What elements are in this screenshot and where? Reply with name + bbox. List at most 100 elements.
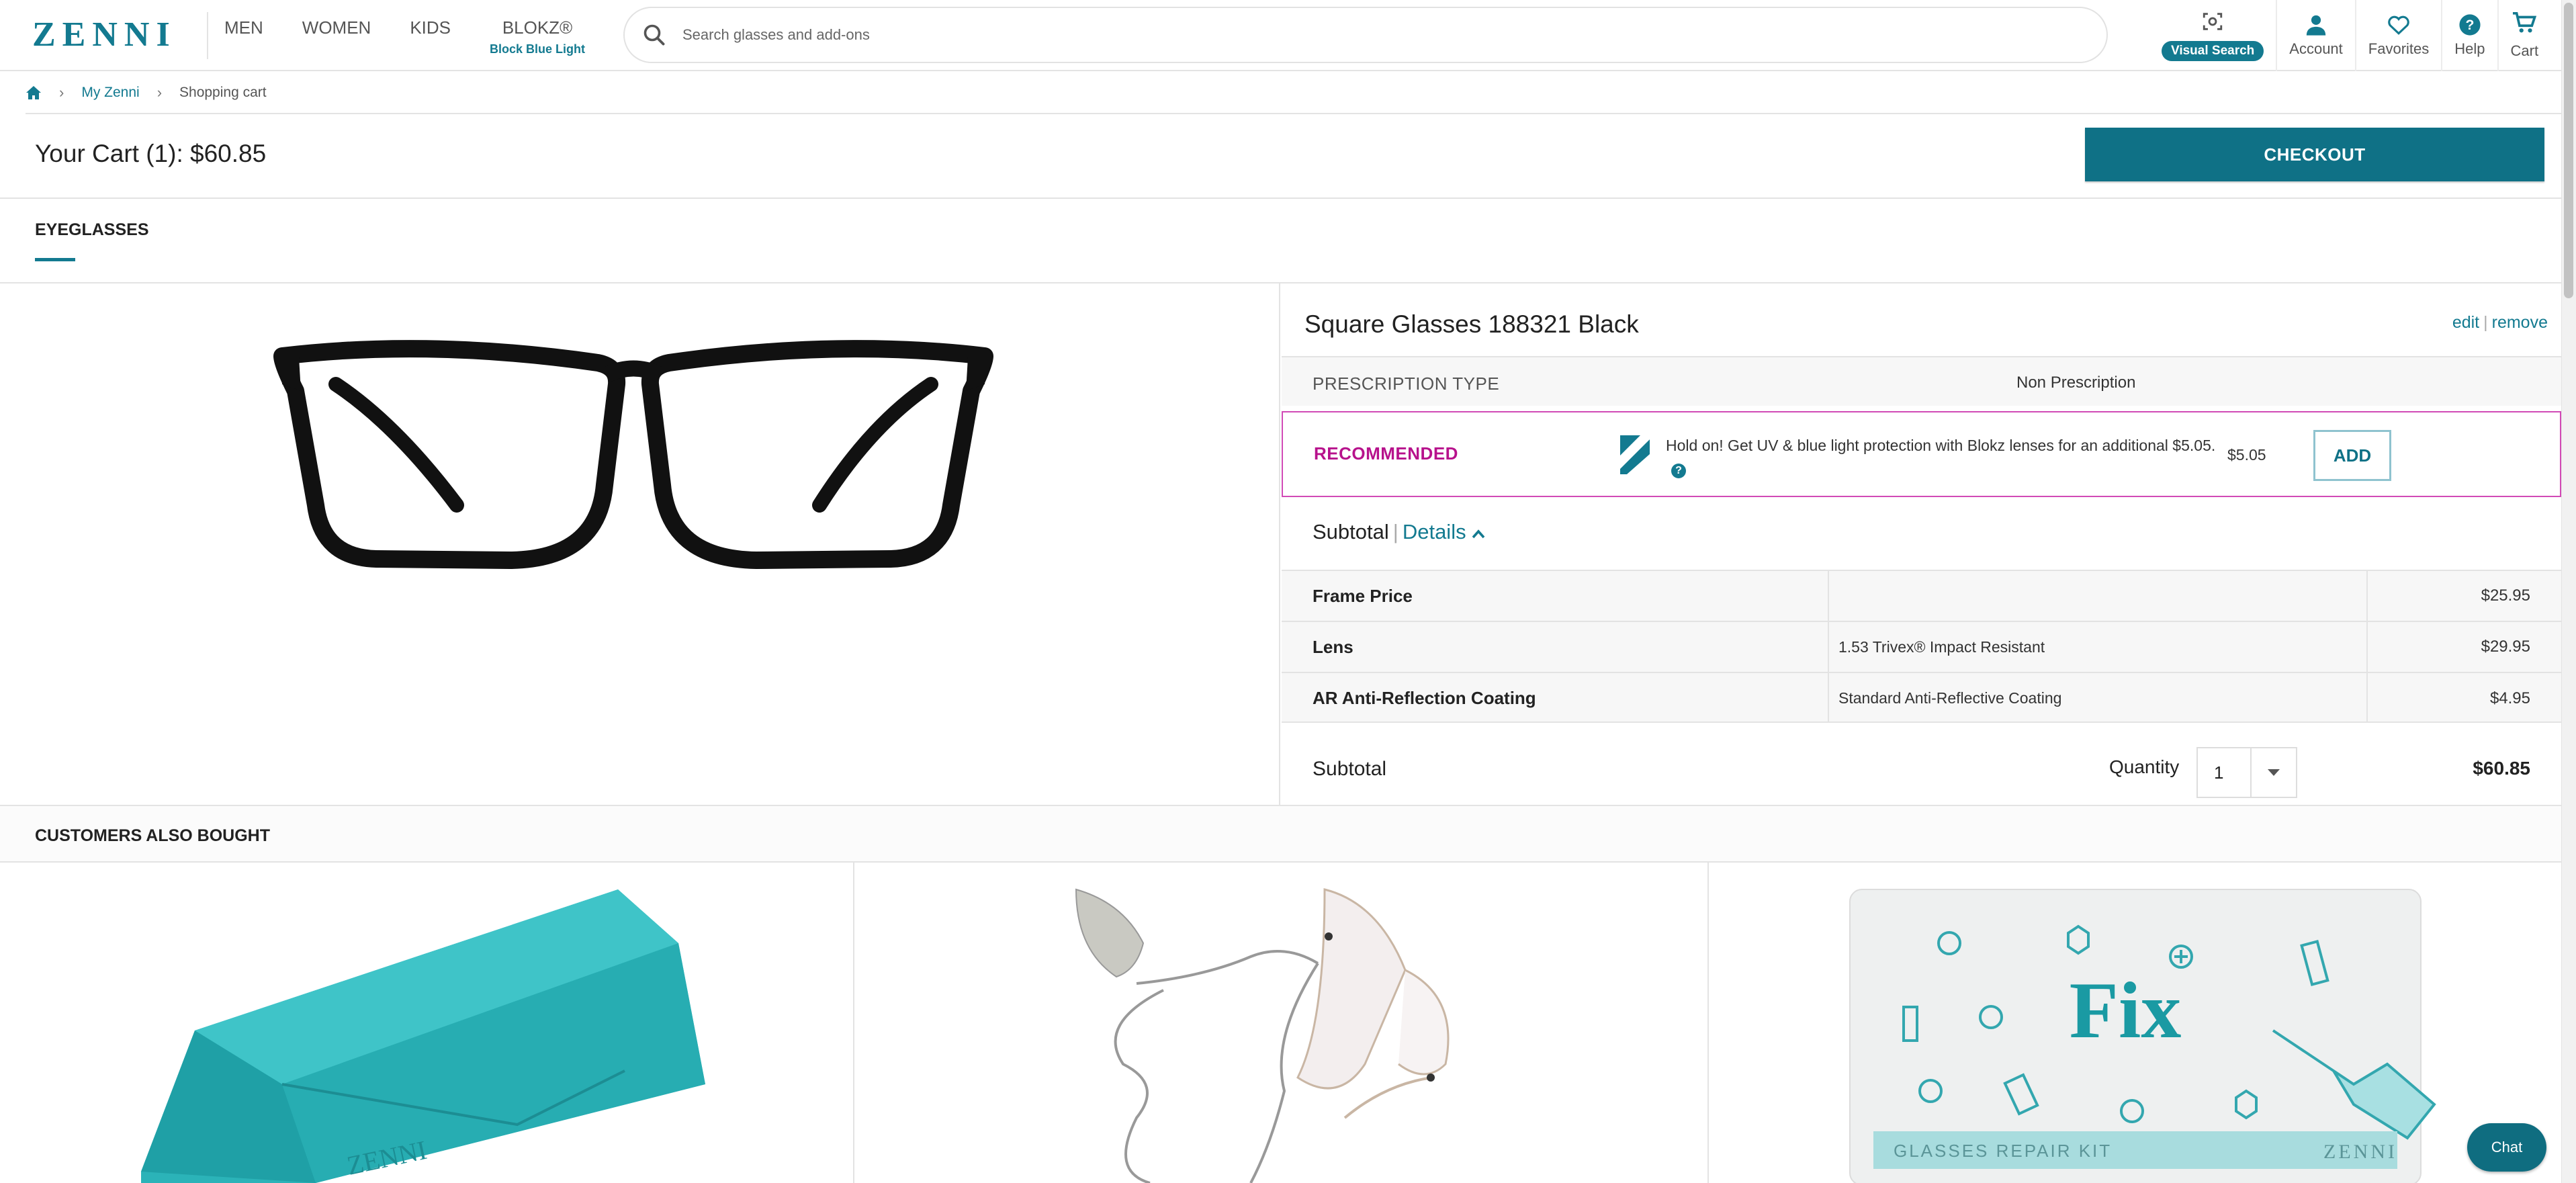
help-button[interactable]: ? Help (2441, 0, 2497, 71)
cart-header: Your Cart (1): $60.85 CHECKOUT (0, 116, 2576, 199)
subtotal-total: $60.85 (2473, 758, 2530, 779)
checkout-button[interactable]: CHECKOUT (2085, 128, 2544, 181)
also-bought-header: CUSTOMERS ALSO BOUGHT (0, 805, 2576, 863)
also-bought-item-chain[interactable] (854, 863, 1709, 1183)
nav-women[interactable]: WOMEN (302, 17, 371, 56)
caret-down-icon (2268, 769, 2280, 776)
subtotal-row: Subtotal Quantity 1 $60.85 (1282, 721, 2561, 805)
nav-blokz[interactable]: BLOKZ® Block Blue Light (490, 17, 585, 56)
product-title: Square Glasses 188321 Black (1304, 310, 1639, 338)
prescription-value: Non Prescription (2016, 374, 2136, 392)
add-blokz-button[interactable]: ADD (2313, 430, 2391, 481)
chat-button[interactable]: Chat (2467, 1123, 2546, 1172)
heart-icon (2388, 15, 2409, 35)
remove-link[interactable]: remove (2492, 313, 2548, 332)
favorites-label: Favorites (2368, 40, 2430, 57)
page-scrollbar[interactable] (2561, 0, 2576, 1183)
also-bought-title: CUSTOMERS ALSO BOUGHT (35, 826, 271, 845)
cart-label: Cart (2510, 42, 2539, 59)
also-bought-item-repair-kit[interactable]: Fix GLASSES REPAIR KIT ZENNI (1709, 863, 2563, 1183)
svg-text:?: ? (2465, 17, 2474, 33)
breakdown-item: Lens (1282, 621, 1828, 672)
chevron-right-icon: › (157, 84, 163, 101)
help-label: Help (2454, 40, 2485, 57)
subtotal-heading: Subtotal | Details (1313, 520, 1485, 544)
nav-kids[interactable]: KIDS (410, 17, 451, 56)
breadcrumb: › My Zenni › Shopping cart (26, 73, 2575, 114)
divider (207, 12, 208, 59)
breadcrumb-shopping-cart: Shopping cart (179, 85, 267, 100)
also-bought-item-case[interactable]: ZENNI (0, 863, 854, 1183)
search-input[interactable] (682, 26, 1824, 44)
breadcrumb-my-zenni[interactable]: My Zenni (81, 85, 139, 101)
breakdown-price: $29.95 (2366, 621, 2561, 672)
recommended-label: RECOMMENDED (1314, 443, 1458, 464)
cart-button[interactable]: 1 Cart (2497, 0, 2575, 71)
search-bar[interactable] (623, 7, 2108, 63)
top-header: ZENNI MEN WOMEN KIDS BLOKZ® Block Blue Li… (0, 0, 2576, 71)
dropdown-toggle[interactable] (2252, 748, 2296, 797)
product-details-panel: Square Glasses 188321 Black edit | remove … (1282, 283, 2561, 805)
main-nav: MEN WOMEN KIDS BLOKZ® Block Blue Light (224, 17, 585, 56)
cart-tabs: EYEGLASSES (0, 200, 2576, 283)
quantity-select[interactable]: 1 (2196, 747, 2297, 798)
visual-search-button[interactable]: Visual Search (2149, 0, 2276, 71)
page: ZENNI MEN WOMEN KIDS BLOKZ® Block Blue Li… (0, 0, 2576, 1183)
chevron-right-icon: › (59, 84, 64, 101)
repair-kit-brand-text: ZENNI (2323, 1141, 2397, 1163)
help-icon: ? (2459, 14, 2481, 36)
tab-eyeglasses[interactable]: EYEGLASSES (35, 220, 149, 240)
breakdown-detail: Standard Anti-Reflective Coating (1828, 672, 2367, 724)
header-tools: Visual Search Account Favorites ? Help 1… (2149, 0, 2575, 71)
question-icon[interactable]: ? (1671, 464, 1686, 478)
recommended-row: RECOMMENDED Hold on! Get UV & blue light… (1282, 411, 2561, 497)
cart-icon (2513, 11, 2537, 33)
also-bought-grid: ZENNI Fix GLASSES REPAIR KIT ZENNI (0, 863, 2576, 1183)
search-icon (643, 24, 665, 46)
breakdown-item: AR Anti-Reflection Coating (1282, 672, 1828, 724)
camera-scan-icon (2203, 13, 2223, 30)
subtotal-label: Subtotal (1313, 758, 1387, 780)
nav-men[interactable]: MEN (224, 17, 263, 56)
item-actions: edit | remove (2452, 313, 2548, 333)
tab-active-indicator (35, 258, 75, 261)
recommended-text: Hold on! Get UV & blue light protection … (1666, 434, 2217, 480)
cart-title: Your Cart (1): $60.85 (35, 140, 267, 167)
prescription-row: PRESCRIPTION TYPE Non Prescription (1282, 356, 2561, 406)
quantity-value: 1 (2198, 748, 2252, 797)
chevron-up-icon[interactable] (1472, 529, 1485, 539)
visual-search-label: Visual Search (2162, 41, 2264, 61)
table-row: Lens 1.53 Trivex® Impact Resistant $29.9… (1282, 621, 2561, 672)
breakdown-detail: 1.53 Trivex® Impact Resistant (1828, 621, 2367, 672)
separator: | (2483, 313, 2488, 332)
home-icon[interactable] (26, 85, 42, 100)
quantity-label: Quantity (2109, 756, 2180, 777)
favorites-button[interactable]: Favorites (2354, 0, 2441, 71)
recommended-price: $5.05 (2227, 446, 2266, 464)
blokz-logo-icon (1620, 435, 1650, 474)
nav-blokz-sub: Block Blue Light (490, 42, 586, 56)
edit-link[interactable]: edit (2452, 313, 2479, 332)
glasses-chain-image (1075, 888, 1450, 1183)
user-icon (2306, 15, 2326, 36)
price-breakdown: Frame Price $25.95 Lens 1.53 Trivex® Imp… (1282, 570, 2561, 724)
subtotal-details-header: Subtotal | Details (1282, 498, 2561, 570)
breakdown-detail (1828, 570, 2367, 621)
price-breakdown-table: Frame Price $25.95 Lens 1.53 Trivex® Imp… (1282, 570, 2561, 724)
product-image-panel (0, 283, 1280, 805)
account-button[interactable]: Account (2276, 0, 2355, 71)
breakdown-item: Frame Price (1282, 570, 1828, 621)
zenni-logo[interactable]: ZENNI (32, 15, 177, 54)
breakdown-price: $4.95 (2366, 672, 2561, 724)
breakdown-price: $25.95 (2366, 570, 2561, 621)
details-toggle[interactable]: Details (1403, 520, 1466, 543)
glasses-case-image: ZENNI (141, 889, 705, 1183)
glasses-image (273, 340, 993, 569)
account-label: Account (2289, 40, 2343, 57)
repair-kit-band-text: GLASSES REPAIR KIT (1894, 1141, 2112, 1161)
repair-kit-image: Fix GLASSES REPAIR KIT ZENNI (1849, 889, 2436, 1183)
repair-kit-title: Fix (2070, 965, 2182, 1055)
scrollbar-thumb[interactable] (2564, 3, 2573, 298)
table-row: Frame Price $25.95 (1282, 570, 2561, 621)
table-row: AR Anti-Reflection Coating Standard Anti… (1282, 672, 2561, 724)
